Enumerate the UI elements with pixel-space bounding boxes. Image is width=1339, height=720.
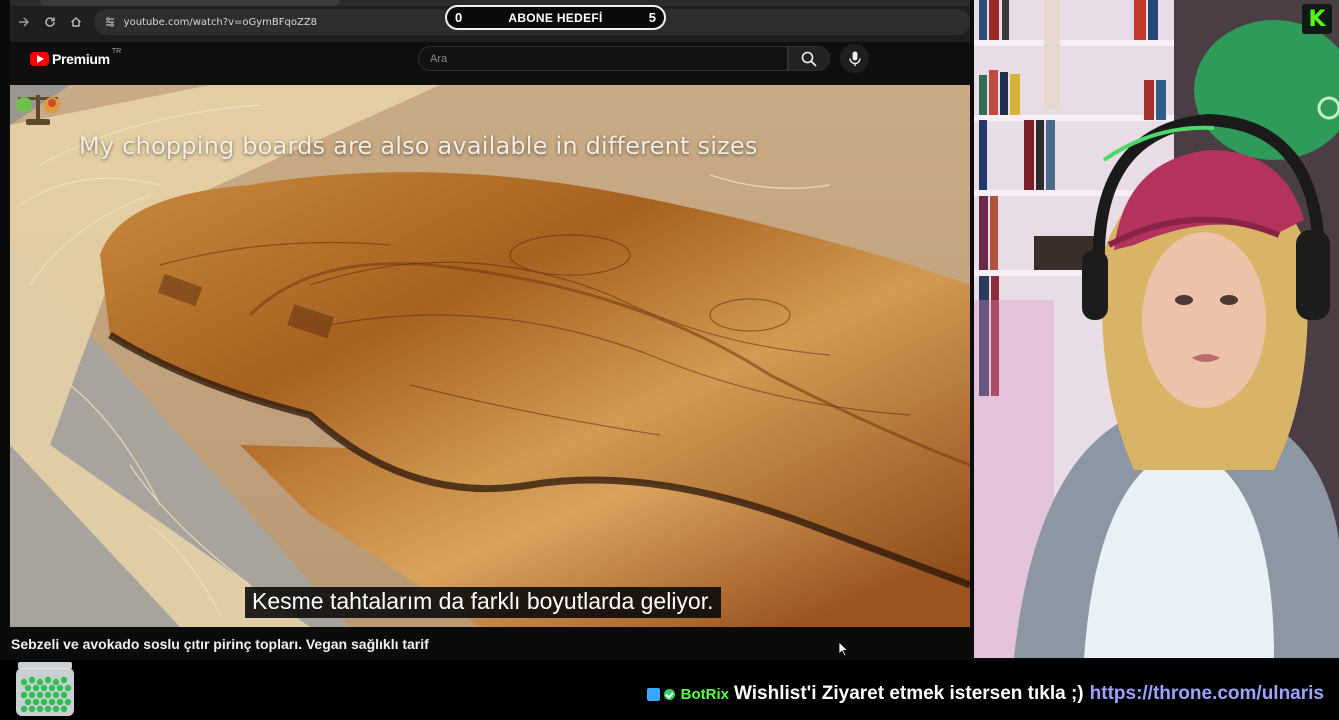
youtube-header: Premium TR [10, 42, 970, 85]
mic-icon [848, 51, 861, 66]
verified-check-icon [663, 688, 675, 700]
video-burned-caption: My chopping boards are also available in… [79, 132, 758, 160]
video-frame-image [10, 85, 970, 627]
subscriber-goal-widget: 0 ABONE HEDEFİ 5 [445, 5, 666, 30]
streamer-webcam [974, 0, 1339, 658]
reload-icon [45, 17, 55, 27]
search-icon [801, 51, 817, 67]
youtube-play-icon [30, 52, 49, 66]
mouse-cursor-icon [838, 641, 848, 657]
goal-current: 0 [455, 10, 463, 25]
goal-target: 5 [648, 10, 656, 25]
video-subtitle: Kesme tahtalarım da farklı boyutlarda ge… [245, 587, 721, 618]
video-player[interactable]: My chopping boards are also available in… [10, 85, 970, 627]
youtube-logo[interactable]: Premium TR [30, 47, 122, 67]
voice-search-button[interactable] [840, 44, 869, 73]
site-settings-icon[interactable] [102, 14, 118, 30]
arrow-right-icon [18, 17, 29, 27]
search-input[interactable] [430, 52, 787, 65]
scale-logo-icon [16, 95, 60, 125]
chat-ticker: BotRix Wishlist'i Ziyaret etmek istersen… [646, 683, 1324, 705]
forward-button[interactable] [12, 10, 36, 34]
chat-link[interactable]: https://throne.com/ulnaris [1090, 683, 1324, 705]
stream-scene: youtube.com/watch?v=oGymBFqoZZ8 0 ABONE … [0, 0, 1339, 720]
reload-button[interactable] [38, 10, 62, 34]
platform-icon [646, 687, 660, 701]
video-title[interactable]: Sebzeli ve avokado soslu çıtır pirinç to… [11, 636, 429, 652]
search-button[interactable] [788, 46, 830, 71]
url-text[interactable]: youtube.com/watch?v=oGymBFqoZZ8 [124, 17, 317, 28]
browser-tab[interactable] [40, 0, 340, 6]
search-box[interactable] [418, 46, 788, 71]
youtube-region: TR [111, 47, 122, 55]
goal-label: ABONE HEDEFİ [508, 10, 603, 25]
youtube-brand: Premium [52, 51, 110, 67]
coin-jar-icon [16, 662, 74, 716]
chat-message: Wishlist'i Ziyaret etmek istersen tıkla … [734, 683, 1084, 704]
webcam-feed-image [974, 0, 1339, 658]
home-button[interactable] [64, 10, 88, 34]
kick-logo-icon: K [1302, 4, 1332, 34]
chat-username: BotRix [680, 685, 729, 703]
home-icon [70, 17, 81, 27]
